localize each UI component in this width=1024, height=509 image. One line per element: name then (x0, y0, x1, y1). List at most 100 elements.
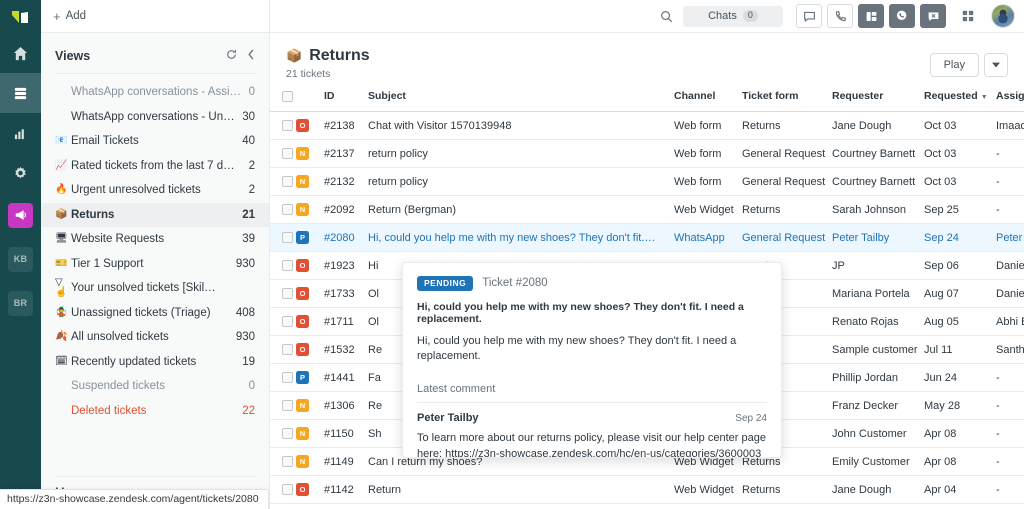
row-checkbox[interactable] (282, 204, 293, 215)
column-header-subject[interactable]: Subject (368, 84, 674, 112)
table-row[interactable]: O #1142 Return Web Widget Returns Jane Dough A… (270, 475, 1024, 504)
row-checkbox-cell[interactable] (270, 307, 296, 336)
column-header-assignee[interactable]: Assignee (996, 84, 1024, 112)
row-checkbox-cell[interactable] (270, 111, 296, 140)
primary-nav-rail: KB BR (0, 0, 41, 509)
rail-item-home[interactable] (0, 33, 41, 73)
sidebar-view-item[interactable]: 🤹 Unassigned tickets (Triage) 408 (41, 301, 269, 326)
views-sidebar: + Add Views WhatsApp conversations - Ass… (41, 0, 270, 509)
sidebar-view-item[interactable]: 📦 Returns 21 (41, 202, 269, 227)
row-checkbox-cell[interactable] (270, 419, 296, 448)
row-checkbox-cell[interactable] (270, 223, 296, 252)
dashboard-button[interactable] (858, 4, 884, 28)
rail-item-brand[interactable]: BR (0, 283, 41, 323)
sidebar-view-item[interactable]: 🖥 Website Requests 39 (41, 227, 269, 252)
row-requester: Phillip Jordan (832, 363, 924, 392)
row-checkbox[interactable] (282, 120, 293, 131)
sidebar-view-item[interactable]: 📧 Email Tickets 40 (41, 129, 269, 154)
sidebar-view-item[interactable]: WhatsApp conversations - Assig… 0 (41, 80, 269, 105)
sidebar-view-item[interactable]: 🎫 Tier 1 Support 930 (41, 252, 269, 277)
row-checkbox-cell[interactable] (270, 167, 296, 196)
row-status-cell: N (296, 139, 324, 168)
table-row[interactable]: N #2137 return policy Web form General Reque… (270, 139, 1024, 168)
sidebar-view-item[interactable]: 🗓 Recently updated tickets 19 (41, 350, 269, 375)
row-checkbox[interactable] (282, 484, 293, 495)
rail-item-knowledge-base[interactable]: KB (0, 239, 41, 279)
search-icon[interactable] (653, 3, 679, 29)
row-checkbox[interactable] (282, 400, 293, 411)
chats-pill[interactable]: Chats 0 (683, 5, 783, 27)
sidebar-view-item[interactable]: 🍂 All unsolved tickets 930 (41, 325, 269, 350)
column-header-requested[interactable]: Requested ▼ (924, 84, 996, 112)
apps-grid-icon (962, 10, 974, 22)
apps-grid-button[interactable] (955, 3, 981, 29)
whatsapp-button[interactable] (889, 4, 915, 28)
status-open-icon: O (296, 343, 309, 356)
row-checkbox[interactable] (282, 232, 293, 243)
row-checkbox[interactable] (282, 456, 293, 467)
row-checkbox-cell[interactable] (270, 279, 296, 308)
row-form: General Request (742, 167, 832, 196)
row-checkbox-cell[interactable] (270, 195, 296, 224)
play-dropdown-button[interactable] (984, 53, 1008, 77)
rail-item-reporting[interactable] (0, 113, 41, 153)
sidebar-view-item[interactable]: Suspended tickets 0 (41, 374, 269, 399)
comment-date: Sep 24 (735, 413, 767, 425)
avatar[interactable] (991, 4, 1015, 28)
row-checkbox[interactable] (282, 260, 293, 271)
row-checkbox[interactable] (282, 148, 293, 159)
sidebar-view-item[interactable]: ▽ ☝ Your unsolved tickets [Skil… (41, 276, 269, 301)
select-all-checkbox[interactable] (282, 90, 293, 102)
phone-icon (835, 10, 846, 21)
row-id: #1711 (324, 307, 368, 336)
row-checkbox[interactable] (282, 372, 293, 383)
row-channel: WhatsApp (674, 223, 742, 252)
row-checkbox-cell[interactable] (270, 447, 296, 476)
row-id: #2138 (324, 111, 368, 140)
phone-button[interactable] (827, 4, 853, 28)
tickets-icon (14, 87, 27, 99)
select-all-header[interactable] (270, 84, 296, 112)
zendesk-logo[interactable] (0, 0, 41, 33)
close-box-button[interactable] (920, 4, 946, 28)
rail-item-admin[interactable] (0, 153, 41, 193)
row-id: #1150 (324, 419, 368, 448)
view-emoji-icon: ▽ ☝ (55, 277, 68, 299)
row-checkbox-cell[interactable] (270, 139, 296, 168)
play-button[interactable]: Play (929, 53, 979, 77)
table-row[interactable]: N #2132 return policy Web form General Reque… (270, 167, 1024, 196)
row-checkbox-cell[interactable] (270, 335, 296, 364)
column-header-requester[interactable]: Requester (832, 84, 924, 112)
row-checkbox[interactable] (282, 344, 293, 355)
row-checkbox-cell[interactable] (270, 475, 296, 504)
sidebar-view-item[interactable]: 🔥 Urgent unresolved tickets 2 (41, 178, 269, 203)
row-id: #1149 (324, 447, 368, 476)
table-row[interactable]: P #2080 Hi, could you help me with my new … (270, 223, 1024, 252)
row-checkbox[interactable] (282, 288, 293, 299)
sidebar-view-item[interactable]: 📈 Rated tickets from the last 7 d… 2 (41, 154, 269, 179)
br-badge: BR (8, 290, 33, 316)
row-checkbox[interactable] (282, 176, 293, 187)
table-row[interactable]: N #2092 Return (Bergman) Web Widget Returns S… (270, 195, 1024, 224)
row-checkbox-cell[interactable] (270, 391, 296, 420)
plus-icon: + (53, 8, 61, 24)
table-row[interactable]: O #2138 Chat with Visitor 1570139948 Web fo… (270, 111, 1024, 140)
row-checkbox-cell[interactable] (270, 363, 296, 392)
sidebar-view-item[interactable]: WhatsApp conversations - Unass… 30 (41, 105, 269, 130)
sidebar-view-item[interactable]: Deleted tickets 22 (41, 399, 269, 424)
chat-bubble-button[interactable] (796, 4, 822, 28)
chevron-left-icon[interactable] (247, 47, 255, 65)
row-checkbox[interactable] (282, 428, 293, 439)
status-open-icon: O (296, 119, 309, 132)
rail-item-announcements[interactable] (0, 195, 41, 235)
returns-emoji-icon: 📦 (286, 48, 303, 63)
column-header-form[interactable]: Ticket form (742, 84, 832, 112)
column-header-channel[interactable]: Channel (674, 84, 742, 112)
column-header-id[interactable]: ID (324, 84, 368, 112)
row-checkbox-cell[interactable] (270, 251, 296, 280)
add-tab-button[interactable]: + Add (53, 10, 86, 23)
rail-item-tickets[interactable] (0, 73, 41, 113)
row-checkbox[interactable] (282, 316, 293, 327)
refresh-icon[interactable] (226, 47, 237, 65)
row-status-cell: P (296, 363, 324, 392)
